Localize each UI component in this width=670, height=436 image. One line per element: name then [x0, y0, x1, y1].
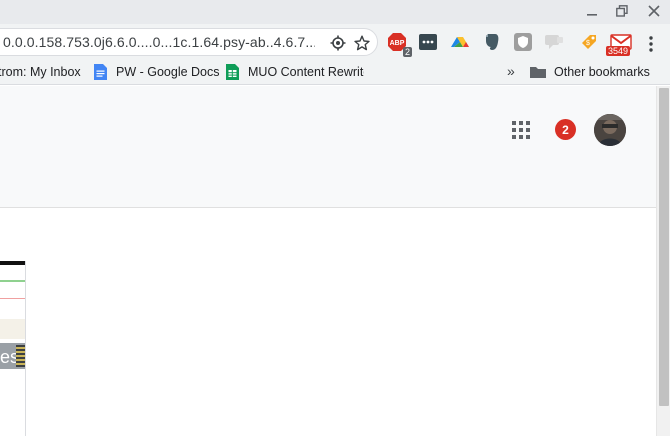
notifications-badge[interactable]: 2 — [555, 119, 576, 140]
comment-extension-icon[interactable] — [543, 31, 565, 53]
bookmarks-overflow-chevron[interactable]: » — [507, 63, 515, 79]
adblock-badge: 2 — [402, 47, 412, 57]
scrollbar-thumb[interactable] — [659, 88, 669, 406]
apps-grid-icon[interactable] — [510, 119, 530, 139]
vertical-scrollbar[interactable] — [656, 86, 670, 436]
bookmark-label: trom: My Inbox — [0, 65, 81, 79]
google-drive-icon[interactable] — [449, 31, 471, 53]
toolbar: 0.0.0.158.753.0j6.6.0....0...1c.1.64.psy… — [0, 24, 670, 60]
gmail-badge: 3549 — [606, 46, 631, 56]
restore-icon[interactable] — [606, 0, 638, 22]
gmail-checker-icon[interactable]: 3549 — [606, 31, 634, 56]
location-target-icon[interactable] — [328, 33, 348, 53]
adblock-label: ABP — [390, 40, 405, 47]
evernote-icon[interactable] — [481, 31, 503, 53]
bookmark-label: MUO Content Rewrite — [248, 65, 364, 79]
bookmark-inbox[interactable]: trom: My Inbox — [0, 62, 81, 82]
bookmark-google-docs[interactable]: PW - Google Docs — [92, 62, 220, 82]
browser-window: 0.0.0.158.753.0j6.6.0....0...1c.1.64.psy… — [0, 0, 670, 436]
close-icon[interactable] — [638, 0, 670, 22]
google-sheets-icon — [226, 64, 239, 80]
url-text[interactable]: 0.0.0.158.753.0j6.6.0....0...1c.1.64.psy… — [3, 34, 315, 50]
title-bar — [0, 0, 670, 24]
other-bookmarks-label: Other bookmarks — [554, 65, 650, 79]
bookmarks-bar: trom: My Inbox PW - Google Docs MUO Cont… — [0, 60, 670, 85]
honey-icon[interactable]: $ — [578, 31, 600, 53]
shield-extension-icon[interactable] — [512, 31, 534, 53]
minimize-icon[interactable] — [576, 0, 608, 22]
google-header-bar: 2 — [0, 86, 656, 208]
google-docs-icon — [94, 64, 107, 80]
bookmark-muo-content[interactable]: MUO Content Rewrite — [224, 62, 364, 82]
bookmark-star-icon[interactable] — [352, 33, 372, 53]
thumbnail-image[interactable]: es — [0, 261, 26, 436]
account-avatar[interactable] — [594, 114, 626, 146]
svg-text:$: $ — [586, 40, 590, 47]
bookmark-label: PW - Google Docs — [116, 65, 220, 79]
adblock-plus-icon[interactable]: ABP 2 — [386, 31, 412, 57]
ellipsis-extension-icon[interactable] — [417, 31, 439, 53]
chrome-menu-icon[interactable] — [642, 34, 660, 54]
page-content: 2 es — [0, 86, 656, 436]
other-bookmarks-folder[interactable]: Other bookmarks — [530, 62, 650, 82]
address-bar[interactable]: 0.0.0.158.753.0j6.6.0....0...1c.1.64.psy… — [0, 28, 378, 56]
folder-icon — [530, 67, 546, 78]
